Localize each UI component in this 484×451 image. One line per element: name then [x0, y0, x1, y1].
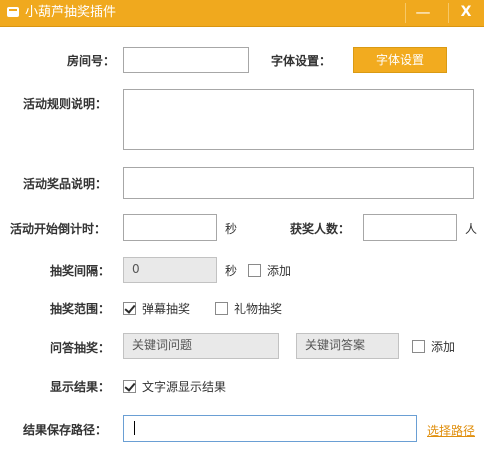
countdown-unit: 秒 [225, 222, 238, 236]
interval-label: 抽奖间隔： [50, 264, 111, 278]
qa-add-checkbox[interactable] [412, 340, 425, 353]
scope-label: 抽奖范围： [50, 302, 111, 316]
gift-lottery-label: 礼物抽奖 [234, 302, 283, 316]
save-path-label: 结果保存路径： [23, 423, 108, 437]
text-caret [134, 421, 135, 435]
font-label: 字体设置： [271, 54, 332, 68]
prizes-input[interactable] [123, 167, 474, 199]
choose-path-link[interactable]: 选择路径 [427, 422, 475, 439]
window-title: 小葫芦抽奖插件 [25, 5, 117, 20]
display-label: 显示结果： [50, 380, 111, 394]
countdown-input[interactable] [123, 214, 217, 241]
winners-unit: 人 [465, 222, 478, 236]
danmu-lottery-label: 弹幕抽奖 [142, 302, 191, 316]
winners-input[interactable] [363, 214, 457, 241]
qa-question-input[interactable]: 关键词问题 [123, 333, 279, 359]
save-path-input[interactable] [123, 415, 417, 442]
rules-label: 活动规则说明： [23, 97, 108, 111]
interval-input[interactable]: 0 [123, 257, 217, 283]
title-bar: 小葫芦抽奖插件 — X [0, 0, 484, 27]
minimize-button[interactable]: — [406, 0, 440, 26]
countdown-label: 活动开始倒计时： [10, 222, 107, 236]
room-input[interactable] [123, 47, 249, 73]
danmu-lottery-checkbox[interactable] [123, 302, 136, 315]
room-label: 房间号： [67, 54, 116, 68]
winners-label: 获奖人数： [290, 222, 351, 236]
rules-textarea[interactable] [123, 89, 474, 150]
interval-add-label: 添加 [267, 264, 292, 278]
gourd-icon [7, 7, 19, 17]
prizes-label: 活动奖品说明： [23, 177, 108, 191]
font-settings-button[interactable]: 字体设置 [353, 47, 447, 73]
interval-add-checkbox[interactable] [248, 264, 261, 277]
display-result-label: 文字源显示结果 [142, 380, 227, 394]
interval-unit: 秒 [225, 264, 238, 278]
qa-add-label: 添加 [431, 340, 456, 354]
close-button[interactable]: X [449, 0, 483, 26]
display-result-checkbox[interactable] [123, 380, 136, 393]
qa-label: 问答抽奖： [50, 341, 111, 355]
qa-answer-input[interactable]: 关键词答案 [296, 333, 399, 359]
gift-lottery-checkbox[interactable] [215, 302, 228, 315]
